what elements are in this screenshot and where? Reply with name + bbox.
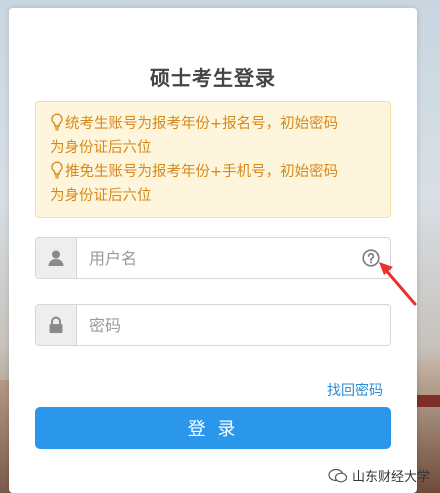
password-input[interactable] [77, 314, 390, 336]
password-addon [36, 305, 77, 345]
forgot-password-link[interactable]: 找回密码 [327, 380, 383, 400]
notice-text-2: 为身份证后六位 [50, 140, 152, 156]
notice-text-4: 为身份证后六位 [50, 188, 152, 204]
username-addon [36, 238, 77, 278]
lock-icon [49, 316, 63, 333]
notice-line-1: 统考生账号为报考年份+报名号，初始密码 [50, 112, 376, 136]
wechat-watermark: 山东财经大学 [328, 466, 430, 485]
wechat-icon [328, 468, 348, 482]
notice-text-3: 推免生账号为报考年份+手机号，初始密码 [65, 164, 339, 180]
lightbulb-icon [51, 161, 63, 179]
login-card: 硕士考生登录 统考生账号为报考年份+报名号，初始密码 为身份证后六位 推免生账号… [9, 8, 417, 493]
password-field [35, 304, 391, 346]
lightbulb-icon [51, 113, 63, 131]
watermark-text: 山东财经大学 [351, 470, 430, 485]
user-icon [48, 250, 64, 266]
annotation-arrow [379, 262, 417, 306]
username-input[interactable] [77, 247, 358, 269]
login-notice: 统考生账号为报考年份+报名号，初始密码 为身份证后六位 推免生账号为报考年份+手… [35, 101, 391, 218]
username-field [35, 237, 391, 279]
login-button[interactable]: 登 录 [35, 407, 391, 449]
notice-text-1: 统考生账号为报考年份+报名号，初始密码 [65, 116, 339, 132]
page-title: 硕士考生登录 [150, 66, 276, 90]
notice-line-3: 推免生账号为报考年份+手机号，初始密码 [50, 160, 376, 184]
